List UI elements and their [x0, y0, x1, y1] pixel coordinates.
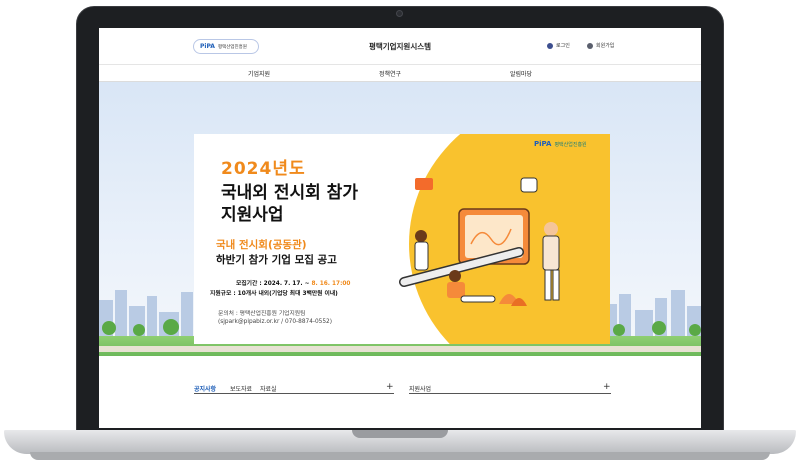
- laptop-notch: [352, 430, 448, 438]
- site-header: PiPA 평택산업진흥원 평택기업지원시스템 로그인 회원가입: [99, 28, 701, 64]
- user-icon: [547, 42, 553, 49]
- nav-item-corporate-support[interactable]: 기업지원: [248, 69, 270, 78]
- support-programs-title[interactable]: 지원사업: [409, 384, 431, 393]
- poster-contact-line2: (sjpark@pipabiz.or.kr / 070-8874-0552): [218, 319, 332, 325]
- login-link[interactable]: 로그인: [547, 42, 570, 49]
- period-label: 모집기간 : 2024. 7. 17. ~: [236, 281, 312, 287]
- browser-screen: PiPA 평택산업진흥원 평택기업지원시스템 로그인 회원가입 기업지원 정책연…: [99, 28, 701, 428]
- tab-library[interactable]: 자료실: [260, 384, 277, 393]
- poster-logo-text: 평택산업진흥원: [554, 141, 587, 148]
- support-more-button[interactable]: +: [603, 382, 611, 392]
- tab-notice[interactable]: 공지사항: [194, 384, 216, 393]
- person-add-icon: [587, 42, 593, 49]
- poster-subtitle-line2: 하반기 참가 기업 모집 공고: [216, 254, 337, 266]
- tab-press[interactable]: 보도자료: [230, 384, 252, 393]
- board-section: 공지사항 보도자료 자료실 + 지원사업 +: [99, 356, 701, 428]
- poster-support-scale: 지원규모 : 10개사 내외(기업당 최대 3백만원 이내): [210, 291, 338, 297]
- signup-link[interactable]: 회원가입: [587, 42, 614, 49]
- support-programs-header: 지원사업 +: [409, 382, 611, 394]
- park-path: [99, 346, 701, 352]
- poster-recruit-period: 모집기간 : 2024. 7. 17. ~ 8. 16. 17:00: [236, 278, 350, 287]
- poster-subtitle-line1: 국내 전시회(공동관): [216, 239, 307, 251]
- poster-year-title: 2024년도: [221, 159, 306, 179]
- exhibition-support-poster[interactable]: PiPA 평택산업진흥원 2024년도 국내외 전시회 참가 지원사업 국내 전…: [194, 134, 610, 344]
- signup-label: 회원가입: [596, 43, 615, 49]
- poster-logo: PiPA 평택산업진흥원: [534, 140, 587, 148]
- poster-people-illustration: [399, 177, 560, 306]
- login-label: 로그인: [556, 43, 570, 49]
- notice-tabs: 공지사항 보도자료 자료실 +: [194, 382, 394, 394]
- poster-title-line2: 지원사업: [221, 205, 284, 225]
- poster-logo-mark: PiPA: [534, 140, 552, 148]
- period-end: 8. 16. 17:00: [311, 281, 351, 287]
- nav-item-policy-research[interactable]: 정책연구: [379, 69, 401, 78]
- notice-more-button[interactable]: +: [386, 382, 394, 392]
- poster-contact-line1: 문의처 : 평택산업진흥원 기업지원팀: [218, 311, 306, 317]
- laptop-shadow: [30, 452, 770, 460]
- nav-item-notice-board[interactable]: 알림마당: [510, 69, 532, 78]
- hero-banner-area: PiPA 평택산업진흥원 2024년도 국내외 전시회 참가 지원사업 국내 전…: [99, 82, 701, 356]
- main-nav: 기업지원 정책연구 알림마당: [99, 64, 701, 82]
- webcam: [396, 10, 403, 17]
- laptop-frame: PiPA 평택산업진흥원 평택기업지원시스템 로그인 회원가입 기업지원 정책연…: [0, 0, 800, 464]
